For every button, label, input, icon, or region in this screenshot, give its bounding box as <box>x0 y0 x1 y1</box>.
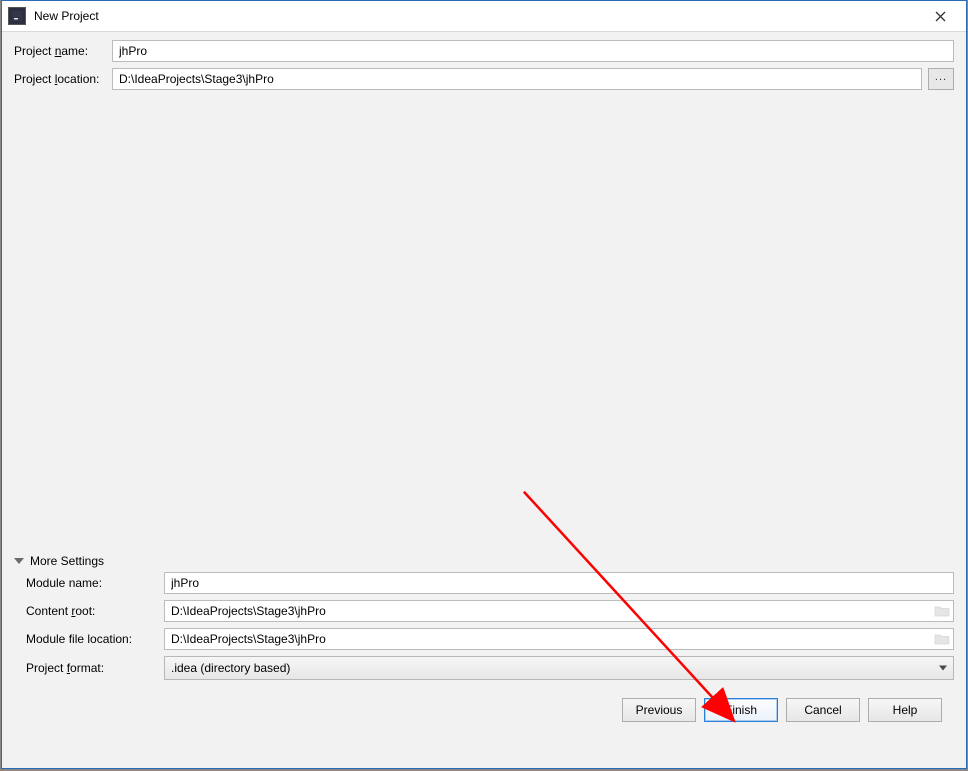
more-settings-label: More Settings <box>30 554 104 568</box>
module-name-row: Module name: <box>26 572 954 594</box>
project-location-label: Project location: <box>14 72 112 86</box>
folder-icon[interactable] <box>934 604 950 618</box>
module-name-label: Module name: <box>26 576 164 590</box>
project-format-row: Project format: .idea (directory based) <box>26 656 954 680</box>
new-project-dialog: New Project Project name: Project locati… <box>1 0 967 769</box>
titlebar: New Project <box>2 1 966 32</box>
project-name-label: Project name: <box>14 44 112 58</box>
project-name-row: Project name: <box>14 40 954 62</box>
chevron-down-icon <box>939 666 947 671</box>
content-root-row: Content root: <box>26 600 954 622</box>
folder-icon[interactable] <box>934 632 950 646</box>
close-button[interactable] <box>920 1 960 31</box>
dialog-button-row: Previous Finish Cancel Help <box>14 686 954 734</box>
help-button[interactable]: Help <box>868 698 942 722</box>
project-location-browse-button[interactable]: ... <box>928 68 954 90</box>
app-icon <box>8 7 26 25</box>
finish-button[interactable]: Finish <box>704 698 778 722</box>
previous-button[interactable]: Previous <box>622 698 696 722</box>
more-settings-toggle[interactable]: More Settings <box>14 550 954 572</box>
project-format-select[interactable]: .idea (directory based) <box>164 656 954 680</box>
module-name-input[interactable] <box>164 572 954 594</box>
window-title: New Project <box>34 9 920 23</box>
spacer <box>14 96 954 546</box>
project-format-value: .idea (directory based) <box>171 661 290 675</box>
project-location-row: Project location: ... <box>14 68 954 90</box>
project-location-input[interactable] <box>112 68 922 90</box>
module-file-location-input[interactable] <box>164 628 954 650</box>
content-root-label: Content root: <box>26 604 164 618</box>
module-file-location-row: Module file location: <box>26 628 954 650</box>
more-settings-panel: Module name: Content root: <box>14 572 954 686</box>
content-root-input[interactable] <box>164 600 954 622</box>
cancel-button[interactable]: Cancel <box>786 698 860 722</box>
dialog-content: Project name: Project location: ... More… <box>2 32 966 768</box>
module-file-location-label: Module file location: <box>26 632 164 646</box>
chevron-down-icon <box>14 558 24 564</box>
project-name-input[interactable] <box>112 40 954 62</box>
project-format-label: Project format: <box>26 661 164 675</box>
